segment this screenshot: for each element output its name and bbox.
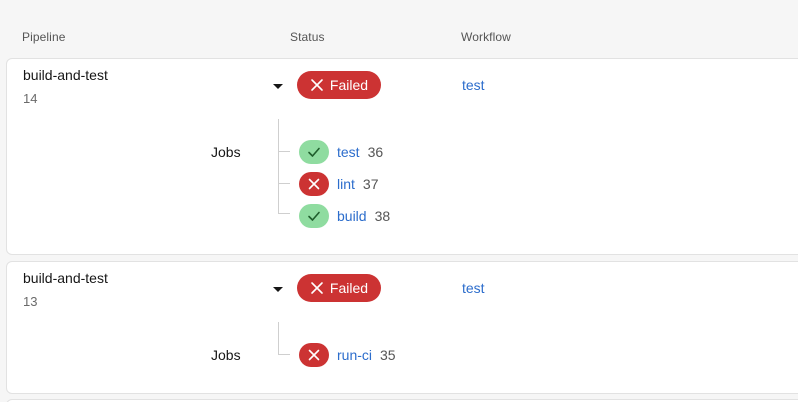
- close-icon: [299, 172, 329, 196]
- status-badge: Failed: [297, 71, 381, 99]
- pipeline-row: build-and-test 13 Failed test Jobs run-c…: [6, 261, 798, 394]
- tree-branch: [278, 183, 290, 184]
- status-label: Failed: [329, 77, 369, 93]
- workflow-link[interactable]: test: [462, 77, 485, 93]
- close-icon: [311, 282, 323, 294]
- status-label: Failed: [329, 280, 369, 296]
- tree-line: [278, 322, 279, 354]
- caret-down-icon[interactable]: [273, 84, 283, 89]
- column-header-workflow: Workflow: [461, 30, 511, 44]
- job-item: lint 37: [299, 172, 378, 196]
- job-number: 37: [362, 176, 379, 192]
- tree-line: [278, 119, 279, 213]
- job-link[interactable]: run-ci: [337, 347, 372, 363]
- check-icon: [299, 204, 329, 228]
- close-icon: [311, 79, 323, 91]
- status-badge: Failed: [297, 274, 381, 302]
- job-link[interactable]: test: [337, 144, 360, 160]
- workflow-link[interactable]: test: [462, 280, 485, 296]
- tree-branch: [278, 354, 290, 355]
- jobs-label: Jobs: [211, 144, 241, 160]
- job-item: build 38: [299, 204, 390, 228]
- tree-branch: [278, 213, 290, 214]
- pipeline-row: build-and-test 14 Failed test Jobs test …: [6, 58, 798, 255]
- pipeline-name[interactable]: build-and-test: [23, 67, 108, 83]
- check-icon: [299, 140, 329, 164]
- pipeline-number: 13: [23, 294, 38, 309]
- caret-down-icon[interactable]: [273, 287, 283, 292]
- close-icon: [299, 343, 329, 367]
- job-number: 38: [374, 208, 391, 224]
- job-link[interactable]: lint: [337, 176, 355, 192]
- jobs-label: Jobs: [211, 347, 241, 363]
- job-number: 36: [367, 144, 384, 160]
- job-number: 35: [380, 347, 396, 363]
- job-item: run-ci 35: [299, 343, 396, 367]
- column-header-pipeline: Pipeline: [22, 30, 66, 44]
- job-link[interactable]: build: [337, 208, 367, 224]
- pipeline-name[interactable]: build-and-test: [23, 270, 108, 286]
- pipeline-number: 14: [23, 91, 38, 106]
- job-item: test 36: [299, 140, 383, 164]
- column-header-status: Status: [290, 30, 325, 44]
- tree-branch: [278, 151, 290, 152]
